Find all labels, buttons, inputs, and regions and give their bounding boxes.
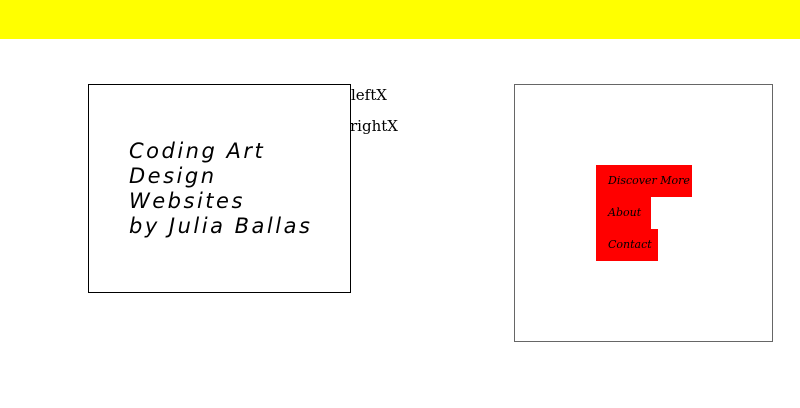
- menu-item-contact[interactable]: Contact: [596, 229, 658, 261]
- top-banner: [0, 0, 800, 39]
- menu-panel: Discover More About Contact: [514, 84, 773, 342]
- title-line: Websites: [129, 189, 245, 213]
- left-x-label: leftX: [351, 86, 387, 104]
- menu-item-discover-more[interactable]: Discover More: [596, 165, 692, 197]
- title-card: Coding Art Design Websites by Julia Ball…: [88, 84, 351, 293]
- title-line: Design: [129, 164, 217, 188]
- right-x-label: rightX: [350, 117, 398, 135]
- site-title: Coding Art Design Websites by Julia Ball…: [129, 139, 312, 239]
- title-line: Coding Art: [129, 139, 266, 163]
- title-line: by Julia Ballas: [129, 214, 313, 238]
- menu-item-about[interactable]: About: [596, 197, 651, 229]
